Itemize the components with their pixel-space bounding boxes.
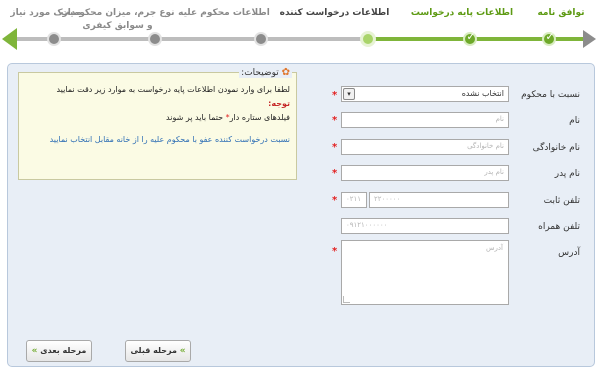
info-note: نسبت درخواست کننده عفو با محکوم علیه را … [49,135,290,144]
step-applicant-info-label[interactable]: اطلاعات درخواست کننده [277,7,392,20]
progress-arrow-start-icon [583,30,596,48]
step-documents-label: مدارک مورد نیاز [10,8,82,18]
step-node-convict-info [254,32,268,46]
relation-label: نسبت با محکوم [521,90,580,100]
address-textarea[interactable]: آدرس [341,240,509,305]
progress-track-remaining [14,37,370,41]
required-marker: * [332,195,338,206]
check-icon: ✓ [545,30,555,43]
progress-arrow-end-icon [2,28,17,50]
address-label: آدرس [558,248,580,258]
required-marker: * [332,142,338,153]
required-marker: * [332,246,338,257]
resize-handle-icon[interactable] [343,296,350,303]
info-box: ✿ توضیحات: لطفا برای وارد نمودن اطلاعات … [18,67,297,180]
step-basic-info-label[interactable]: اطلاعات پایه درخواست [407,7,517,20]
landline-label: تلفن ثابت [543,196,580,206]
first-name-label: نام [569,116,580,126]
step-node-applicant-info [360,31,376,47]
info-title: ✿ توضیحات: [239,67,292,78]
required-marker: * [332,90,338,101]
wizard-steps: توافق نامه اطلاعات پایه درخواست اطلاعات … [0,0,600,56]
step-node-basic-info[interactable]: ✓ [463,30,477,46]
form-panel: ✿ توضیحات: لطفا برای وارد نمودن اطلاعات … [7,63,595,367]
chevron-down-icon[interactable]: ▾ [343,88,355,100]
father-name-input[interactable]: نام پدر [341,165,509,181]
info-line-1: لطفا برای وارد نمودن اطلاعات پایه درخواس… [56,85,290,94]
step-node-crime-type [148,32,162,46]
last-name-input[interactable]: نام خانوادگی [341,139,509,155]
chevron-icon: » [31,346,38,356]
relation-select[interactable]: انتخاب نشده ▾ [341,86,509,102]
step-agreement-label[interactable]: توافق نامه [532,7,590,20]
prev-step-button[interactable]: » مرحله قبلی [125,340,191,362]
info-warning: توجه: [268,99,290,108]
info-flower-icon: ✿ [281,67,290,78]
next-step-button[interactable]: مرحله بعدی » [26,340,92,362]
mobile-label: تلفن همراه [538,222,580,232]
step-node-agreement[interactable]: ✓ [542,30,556,46]
info-line-2: فیلدهای ستاره دار* حتما باید پر شوند [166,113,290,122]
required-marker: * [332,115,338,126]
step-convict-info-label: اطلاعات محکوم علیه [178,8,270,18]
landline-area-code-input[interactable]: ۰۲۱۱ [341,192,367,208]
required-marker: * [332,168,338,179]
mobile-input[interactable]: ۰۹۱۲۱۰۰۰۰۰۰ [341,218,509,234]
check-icon: ✓ [466,30,476,43]
father-name-label: نام پدر [554,169,580,179]
landline-number-input[interactable]: ۲۲۰۰۰۰۰ [369,192,509,208]
first-name-input[interactable]: نام [341,112,509,128]
step-node-documents [47,32,61,46]
last-name-label: نام خانوادگی [532,143,580,153]
chevron-icon: » [179,346,186,356]
